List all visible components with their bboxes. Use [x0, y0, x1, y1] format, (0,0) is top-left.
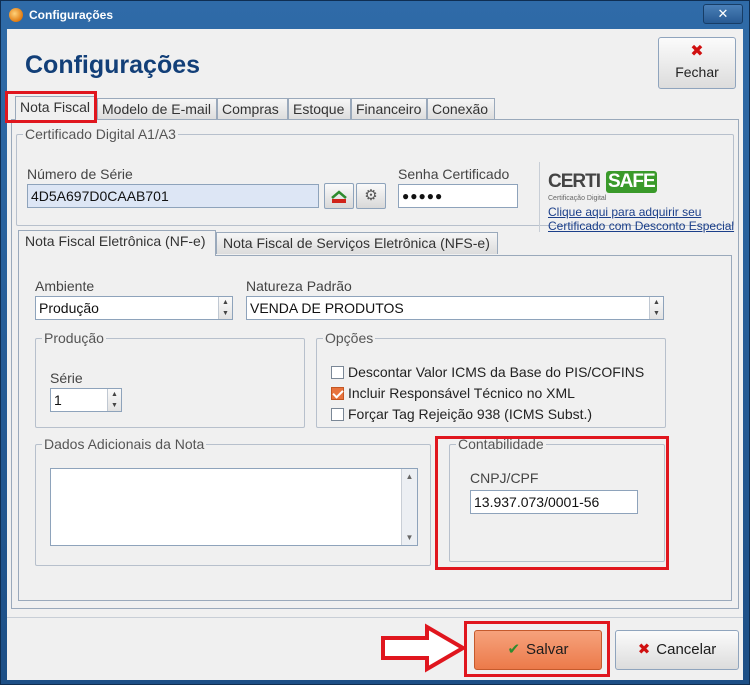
fechar-label: Fechar — [675, 64, 719, 80]
scroll-up-icon[interactable]: ▲ — [402, 472, 417, 481]
nfe-panel: Ambiente Produção ▲ ▼ Natureza Padrão VEN… — [18, 255, 732, 601]
tab-compras[interactable]: Compras — [217, 98, 288, 120]
password-input[interactable]: ●●●●● — [398, 184, 518, 208]
close-icon: ✖ — [690, 43, 704, 60]
tab-nfe[interactable]: Nota Fiscal Eletrônica (NF-e) — [18, 230, 216, 256]
close-icon: ✖ — [637, 641, 651, 658]
tab-modelo-email[interactable]: Modelo de E-mail — [97, 98, 217, 120]
tab-nota-fiscal[interactable]: Nota Fiscal — [15, 96, 97, 121]
fechar-button[interactable]: ✖ Fechar — [658, 37, 736, 89]
certisafe-logo-text-b: SAFE — [606, 171, 657, 193]
cnpj-label: CNPJ/CPF — [470, 470, 539, 486]
opcao-forcar-tag-938[interactable]: Forçar Tag Rejeição 938 (ICMS Subst.) — [331, 406, 592, 422]
salvar-label: Salvar — [526, 641, 569, 658]
nota-fiscal-panel: Certificado Digital A1/A3 Número de Séri… — [11, 119, 739, 609]
window-client: Configurações ✖ Fechar Nota Fiscal Model… — [5, 29, 743, 680]
opcoes-group-title: Opções — [325, 330, 374, 346]
checkbox-descontar-icms[interactable] — [331, 366, 344, 379]
certificate-import-icon — [331, 190, 347, 203]
checkbox-responsavel-tecnico[interactable] — [331, 387, 344, 400]
serie-value: 1 — [54, 392, 62, 408]
ambiente-label: Ambiente — [35, 278, 95, 294]
opcao-label: Descontar Valor ICMS da Base do PIS/COFI… — [348, 364, 645, 380]
check-icon: ✔ — [507, 641, 521, 658]
ambiente-value: Produção — [39, 300, 99, 316]
salvar-button[interactable]: ✔ Salvar — [474, 630, 602, 670]
dados-adicionais-group: Dados Adicionais da Nota ▲ ▼ — [35, 436, 431, 566]
opcao-label: Incluir Responsável Técnico no XML — [348, 385, 575, 401]
window-title: Configurações — [29, 8, 114, 22]
serie-stepper[interactable]: 1 ▲ ▼ — [50, 388, 122, 412]
opcao-label: Forçar Tag Rejeição 938 (ICMS Subst.) — [348, 406, 593, 422]
checkbox-forcar-tag-938[interactable] — [331, 408, 344, 421]
certificado-group-title: Certificado Digital A1/A3 — [25, 126, 176, 142]
certisafe-logo-text-a: CERTI — [548, 171, 601, 192]
textarea-scrollbar[interactable]: ▲ ▼ — [401, 469, 417, 545]
certisafe-logo-sub: Certificação Digital — [548, 195, 607, 202]
opcao-descontar-icms[interactable]: Descontar Valor ICMS da Base do PIS/COFI… — [331, 364, 644, 380]
producao-group: Produção Série 1 ▲ ▼ — [35, 330, 305, 428]
natureza-label: Natureza Padrão — [246, 278, 352, 294]
contabilidade-group: Contabilidade CNPJ/CPF 13.937.073/0001-5… — [449, 436, 665, 562]
serie-label: Série — [50, 370, 83, 386]
certisafe-link[interactable]: Clique aqui para adquirir seu Certificad… — [548, 205, 748, 233]
window-close-button[interactable]: ✕ — [703, 4, 743, 24]
tab-financeiro[interactable]: Financeiro — [351, 98, 427, 120]
cnpj-input[interactable]: 13.937.073/0001-56 — [470, 490, 638, 514]
serial-label: Número de Série — [27, 166, 133, 182]
scroll-down-icon[interactable]: ▼ — [402, 533, 417, 542]
certisafe-logo[interactable]: CERTI SAFE Certificação Digital — [548, 167, 658, 205]
gear-icon: ⚙ — [364, 187, 378, 204]
cancelar-button[interactable]: ✖ Cancelar — [615, 630, 739, 670]
app-icon — [9, 8, 23, 22]
stepper-arrows-icon[interactable]: ▲ ▼ — [107, 389, 121, 411]
opcao-responsavel-tecnico[interactable]: Incluir Responsável Técnico no XML — [331, 385, 575, 401]
natureza-select[interactable]: VENDA DE PRODUTOS ▲ ▼ — [246, 296, 664, 320]
certificado-group: Certificado Digital A1/A3 Número de Séri… — [16, 126, 734, 233]
password-label: Senha Certificado — [398, 166, 510, 182]
producao-group-title: Produção — [44, 330, 104, 346]
natureza-value: VENDA DE PRODUTOS — [250, 300, 404, 316]
import-certificate-button[interactable] — [324, 183, 354, 209]
certificado-separator — [539, 162, 540, 232]
settings-window: Configurações ✕ Configurações ✖ Fechar N… — [0, 0, 750, 685]
tab-nfse[interactable]: Nota Fiscal de Serviços Eletrônica (NFS-… — [216, 232, 498, 254]
tab-estoque[interactable]: Estoque — [288, 98, 351, 120]
contabilidade-title: Contabilidade — [458, 436, 544, 452]
opcoes-group: Opções Descontar Valor ICMS da Base do P… — [316, 330, 666, 428]
chevron-updown-icon: ▲ ▼ — [649, 297, 663, 319]
footer-separator — [7, 617, 743, 618]
serial-input[interactable]: 4D5A697D0CAAB701 — [27, 184, 319, 208]
close-icon: ✕ — [717, 6, 729, 21]
title-bar: Configurações ✕ — [1, 1, 749, 29]
dados-adicionais-textarea[interactable]: ▲ ▼ — [50, 468, 418, 546]
certificate-settings-button[interactable]: ⚙ — [356, 183, 386, 209]
ambiente-select[interactable]: Produção ▲ ▼ — [35, 296, 233, 320]
dados-adicionais-title: Dados Adicionais da Nota — [44, 436, 205, 452]
cancelar-label: Cancelar — [656, 641, 717, 658]
tab-conexao[interactable]: Conexão — [427, 98, 495, 120]
page-title: Configurações — [25, 51, 201, 79]
arrow-right-icon — [381, 623, 467, 673]
chevron-updown-icon: ▲ ▼ — [218, 297, 232, 319]
